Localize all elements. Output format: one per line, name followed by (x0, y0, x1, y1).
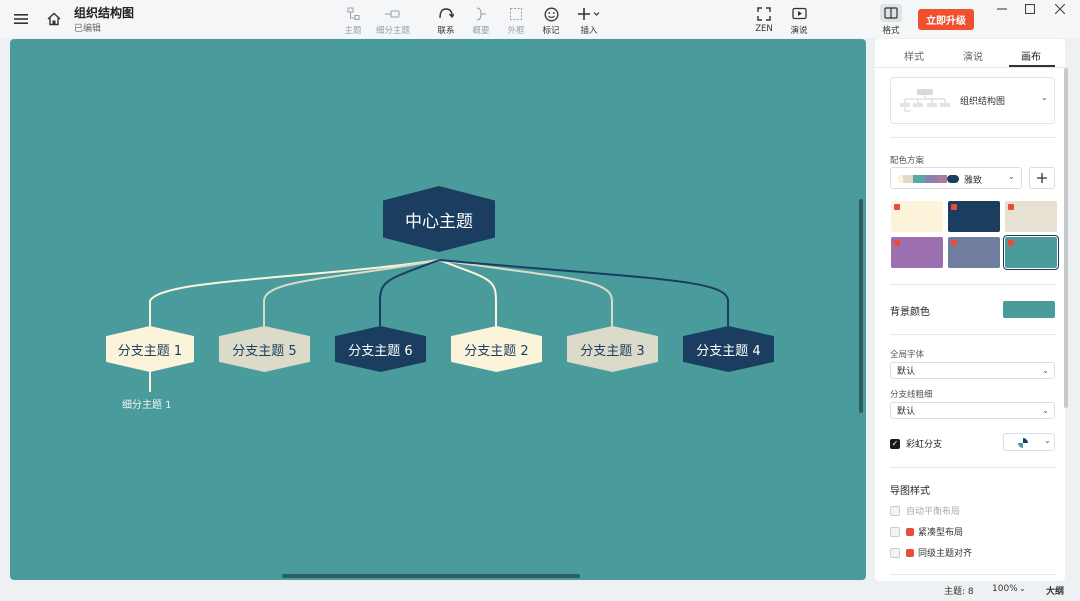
zoom-chevron-icon[interactable]: ⌄ (1019, 584, 1026, 593)
bg-color-swatch[interactable] (1003, 301, 1055, 318)
chevron-down-icon: ⌄ (1042, 366, 1049, 375)
lock-icon (894, 240, 900, 246)
connector-branch-6 (379, 259, 440, 326)
org-chart-preview-icon (900, 89, 950, 112)
global-font-label: 全局字体 (890, 350, 925, 360)
add-scheme-button[interactable] (1029, 167, 1055, 189)
subtopic-icon (371, 6, 415, 22)
align-siblings-label: 同级主题对齐 (918, 549, 973, 559)
tab-pitch[interactable]: 演说 (963, 48, 983, 63)
home-icon[interactable] (45, 10, 63, 28)
outline-button[interactable]: 大纲 (1046, 584, 1064, 597)
rainbow-branch-checkbox[interactable]: ✓ (890, 438, 900, 449)
format-panel-icon (880, 4, 902, 22)
branch-width-label: 分支线粗细 (890, 390, 933, 400)
zoom-level[interactable]: 100% (992, 584, 1018, 594)
rainbow-branch-label: 彩虹分支 (906, 440, 943, 450)
format-button[interactable]: 格式 (869, 4, 913, 36)
rainbow-branch-row[interactable]: ✓ 彩虹分支 (890, 437, 942, 450)
tab-divider (875, 67, 1065, 68)
theme-thumbnail-2[interactable] (948, 201, 1000, 232)
maximize-icon[interactable] (1020, 2, 1040, 16)
connector-branch-1 (149, 259, 440, 326)
branch-connectors (149, 259, 729, 392)
close-icon[interactable] (1050, 2, 1070, 16)
lock-icon (906, 527, 914, 536)
align-siblings-checkbox[interactable] (890, 547, 900, 558)
structure-selector[interactable]: 组织结构图 ⌄ (890, 77, 1055, 124)
minimize-icon[interactable] (992, 2, 1012, 16)
lock-icon (1008, 240, 1014, 246)
auto-balance-label: 自动平衡布局 (906, 507, 961, 517)
color-scheme-label: 配色方案 (890, 156, 925, 166)
plus-chevron-icon (567, 6, 611, 22)
divider (890, 284, 1056, 285)
tab-canvas[interactable]: 画布 (1021, 48, 1041, 63)
branch-width-select[interactable]: 默认 ⌄ (890, 402, 1055, 419)
connector-branch-4 (438, 259, 729, 326)
divider (890, 137, 1056, 138)
format-label: 格式 (882, 26, 900, 36)
subtopic-1[interactable]: 细分主题 1 (122, 396, 172, 411)
subtopic-label: 细分主题 (375, 26, 410, 36)
lock-icon (951, 240, 957, 246)
connector-branch-2 (438, 259, 497, 326)
hamburger-menu-icon[interactable] (12, 11, 30, 27)
theme-thumbnail-4[interactable] (891, 237, 943, 268)
lock-icon (906, 548, 914, 557)
structure-name: 组织结构图 (960, 97, 1006, 107)
present-label: 演说 (790, 26, 808, 36)
map-style-title: 导图样式 (890, 486, 930, 497)
global-font-select[interactable]: 默认 ⌄ (890, 362, 1055, 379)
play-screen-icon (777, 6, 821, 22)
canvas-horizontal-scrollbar[interactable] (282, 574, 580, 578)
bg-color-label: 背景颜色 (890, 307, 930, 318)
topic-icon (331, 6, 375, 22)
chevron-down-icon: ⌄ (1041, 93, 1048, 102)
chevron-down-icon: ⌄ (1042, 406, 1049, 415)
canvas-vertical-scrollbar[interactable] (859, 199, 863, 413)
branch-width-value: 默认 (897, 407, 916, 417)
auto-balance-checkbox[interactable] (890, 505, 900, 516)
tab-style[interactable]: 样式 (904, 48, 924, 63)
compact-layout-row[interactable]: 紧凑型布局 (890, 525, 963, 538)
insert-button[interactable]: 插入 (567, 6, 611, 36)
document-title[interactable]: 组织结构图 (74, 4, 134, 21)
topic-count: 主题: 8 (944, 587, 974, 597)
insert-label: 插入 (580, 26, 598, 36)
topic-label: 主题 (344, 26, 362, 36)
chevron-down-icon: ⌄ (1008, 172, 1015, 181)
panel-scrollbar[interactable] (1064, 68, 1068, 408)
subtopic-button[interactable]: 细分主题 (371, 6, 415, 36)
mind-map-canvas[interactable]: 中心主题 分支主题 1 分支主题 5 分支主题 6 分支主题 2 分支主题 3 … (10, 39, 866, 580)
theme-thumbnail-1[interactable] (891, 201, 943, 232)
document-status: 已编辑 (74, 24, 102, 34)
lock-icon (1008, 204, 1014, 210)
theme-thumbnail-6[interactable] (1003, 235, 1059, 270)
color-scheme-select[interactable]: 雅致 ⌄ (890, 167, 1022, 189)
color-wheel-icon (1018, 438, 1028, 448)
color-palette-swatch (897, 175, 959, 183)
theme-thumbnail-5[interactable] (948, 237, 1000, 268)
compact-layout-label: 紧凑型布局 (918, 528, 964, 538)
upgrade-button[interactable]: 立即升级 (918, 9, 974, 30)
global-font-value: 默认 (897, 367, 916, 377)
divider (890, 334, 1056, 335)
plus-icon (1037, 173, 1047, 183)
lock-icon (951, 204, 957, 210)
align-siblings-row[interactable]: 同级主题对齐 (890, 546, 972, 559)
format-panel: 样式 演说 画布 组织结构图 ⌄ 配色方案 雅致 ⌄ 背景颜色 全局字体 默认 … (875, 39, 1065, 581)
rainbow-color-select[interactable]: ⌄ (1003, 433, 1055, 451)
lock-icon (894, 204, 900, 210)
divider (890, 467, 1056, 468)
divider (890, 574, 1056, 575)
theme-thumbnail-3[interactable] (1005, 201, 1057, 232)
chevron-down-icon: ⌄ (1044, 436, 1051, 445)
topic-button[interactable]: 主题 (331, 6, 375, 36)
present-button[interactable]: 演说 (777, 6, 821, 36)
color-scheme-name: 雅致 (964, 176, 983, 186)
compact-layout-checkbox[interactable] (890, 526, 900, 537)
top-toolbar: 组织结构图 已编辑 主题 细分主题 联系 概要 外框 标记 插入 ZEN 演说 … (0, 0, 1080, 38)
auto-balance-row[interactable]: 自动平衡布局 (890, 504, 960, 517)
